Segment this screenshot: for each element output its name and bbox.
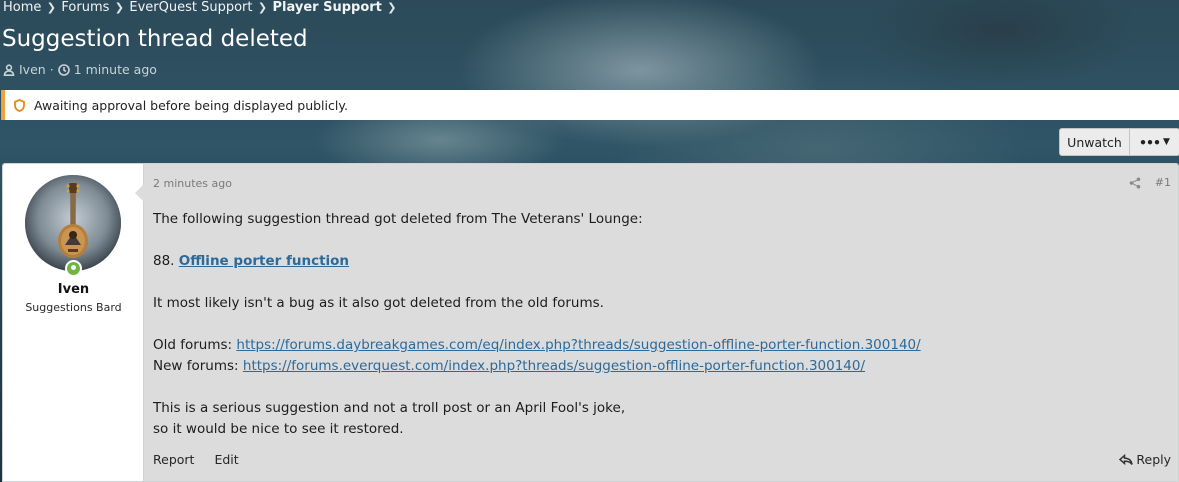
body-line-1: The following suggestion thread got dele…	[153, 211, 643, 227]
more-dots: •••	[1139, 134, 1161, 150]
post-date[interactable]: 2 minutes ago	[153, 177, 232, 190]
thread-action-buttons: Unwatch ••• ▼	[1059, 128, 1179, 156]
old-forums-line: Old forums: https://forums.daybreakgames…	[153, 335, 1153, 356]
body-line-5a: This is a serious suggestion and not a t…	[153, 400, 626, 416]
chevron-right-icon: ❯	[114, 1, 124, 14]
post-user-cell: Iven Suggestions Bard	[3, 164, 144, 481]
post-footer: Report Edit	[153, 452, 239, 467]
old-forums-label: Old forums:	[153, 337, 237, 353]
breadcrumb-everquest-support[interactable]: EverQuest Support	[129, 0, 252, 16]
avatar[interactable]	[25, 175, 121, 271]
chevron-right-icon: ❯	[257, 1, 268, 14]
post-user-title: Suggestions Bard	[25, 301, 122, 314]
chevron-right-icon: ❯	[387, 1, 397, 14]
offline-porter-link[interactable]: Offline porter function	[179, 253, 349, 269]
body-item: 88. Offline porter function	[153, 251, 1153, 272]
notice-text: Awaiting approval before being displayed…	[34, 97, 348, 113]
clock-icon	[57, 63, 70, 76]
report-link[interactable]: Report	[153, 452, 194, 467]
breadcrumb-forums[interactable]: Forums	[61, 0, 109, 16]
page-title: Suggestion thread deleted	[2, 26, 308, 52]
post-number[interactable]: #1	[1155, 176, 1171, 189]
thread-author[interactable]: Iven	[19, 62, 46, 77]
post-body: The following suggestion thread got dele…	[153, 209, 1153, 440]
chevron-right-icon: ❯	[46, 1, 56, 14]
body-line-3: It most likely isn't a bug as it also go…	[153, 295, 604, 311]
old-forums-link[interactable]: https://forums.daybreakgames.com/eq/inde…	[236, 337, 920, 353]
caret-down-icon: ▼	[1163, 137, 1170, 147]
item-prefix: 88.	[153, 253, 179, 269]
post-username[interactable]: Iven	[3, 282, 144, 297]
meta-separator: ·	[49, 62, 54, 77]
post-top-actions: #1	[1129, 176, 1171, 189]
lute-avatar-image	[25, 175, 121, 271]
breadcrumb-home[interactable]: Home	[3, 0, 41, 16]
unwatch-button[interactable]: Unwatch	[1059, 128, 1130, 156]
post-content-cell: 2 minutes ago #1 The following suggestio…	[144, 164, 1178, 481]
breadcrumb-player-support[interactable]: Player Support	[273, 0, 382, 16]
reply-icon	[1119, 453, 1134, 465]
user-icon	[3, 63, 15, 76]
post: Iven Suggestions Bard 2 minutes ago #1 T…	[2, 163, 1179, 482]
new-forums-line: New forums: https://forums.everquest.com…	[153, 356, 1153, 377]
new-forums-label: New forums:	[153, 358, 243, 374]
reply-label: Reply	[1136, 452, 1171, 467]
user-cell-arrow	[135, 184, 144, 202]
moderation-notice: Awaiting approval before being displayed…	[1, 90, 1179, 120]
body-line-5b: so it would be nice to see it restored.	[153, 421, 404, 437]
thread-meta: Iven · 1 minute ago	[3, 62, 157, 77]
edit-link[interactable]: Edit	[214, 452, 238, 467]
reply-button[interactable]: Reply	[1119, 452, 1171, 467]
more-options-button[interactable]: ••• ▼	[1130, 128, 1179, 156]
share-icon[interactable]	[1129, 177, 1141, 189]
thread-time[interactable]: 1 minute ago	[74, 62, 157, 77]
breadcrumb: Home ❯ Forums ❯ EverQuest Support ❯ Play…	[3, 0, 402, 16]
online-status-badge	[65, 260, 82, 277]
shield-icon	[14, 98, 25, 112]
new-forums-link[interactable]: https://forums.everquest.com/index.php?t…	[243, 358, 865, 374]
